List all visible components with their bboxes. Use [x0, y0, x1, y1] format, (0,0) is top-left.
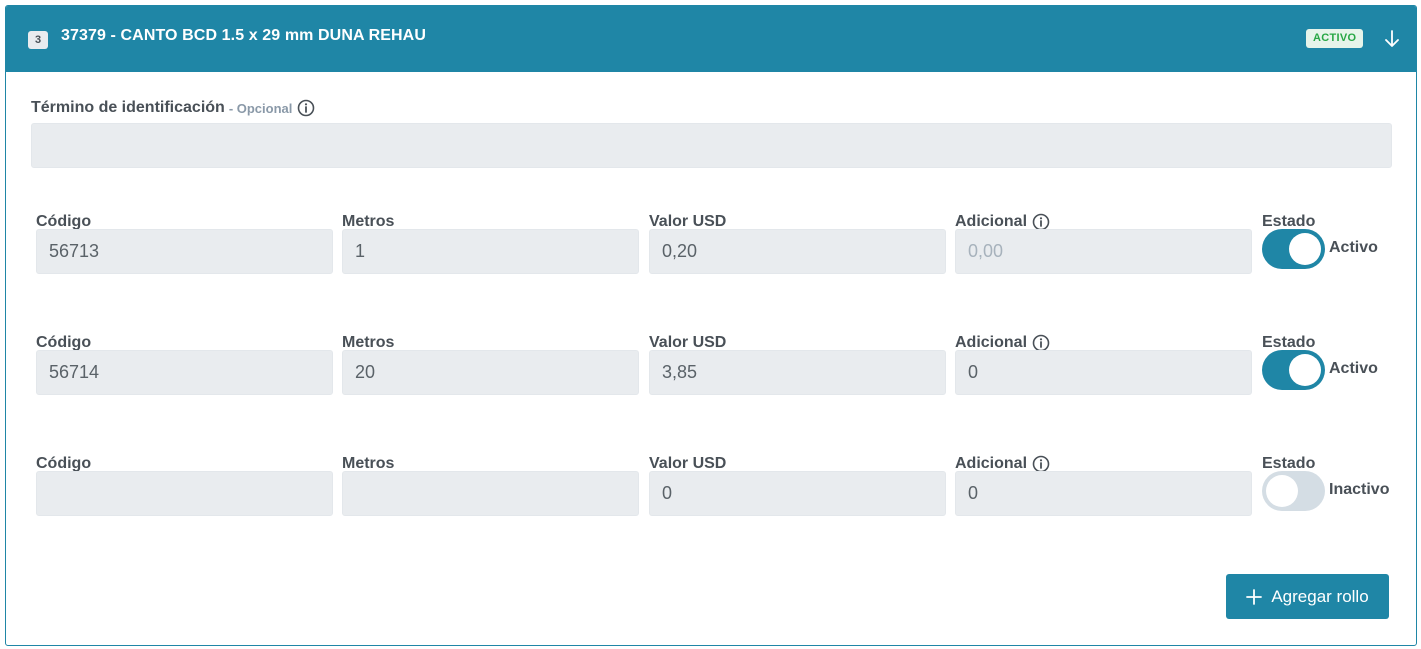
estado-toggle[interactable]	[1262, 471, 1325, 511]
plus-icon	[1246, 588, 1263, 605]
adicional-input[interactable]	[955, 350, 1252, 395]
codigo-input[interactable]	[36, 471, 333, 516]
valor-usd-input[interactable]	[649, 350, 946, 395]
adicional-input[interactable]	[955, 229, 1252, 274]
toggle-knob	[1289, 354, 1321, 386]
adicional-input[interactable]	[955, 471, 1252, 516]
metros-input[interactable]	[342, 471, 639, 516]
product-title: 37379 - CANTO BCD 1.5 x 29 mm DUNA REHAU	[61, 27, 426, 44]
add-roll-button[interactable]: Agregar rollo	[1226, 574, 1389, 619]
estado-toggle[interactable]	[1262, 229, 1325, 269]
info-icon[interactable]	[297, 99, 315, 117]
roll-row: Código Metros Valor USD Adicional Estado…	[36, 334, 1416, 424]
arrow-down-icon[interactable]	[1382, 28, 1402, 50]
card-header[interactable]: 3 37379 - CANTO BCD 1.5 x 29 mm DUNA REH…	[6, 6, 1416, 72]
valor-usd-input[interactable]	[649, 229, 946, 274]
estado-value: Activo	[1329, 239, 1378, 256]
valor-usd-input[interactable]	[649, 471, 946, 516]
identification-label-text: Término de identificación	[31, 99, 225, 116]
estado-value: Activo	[1329, 360, 1378, 377]
identification-input[interactable]	[31, 123, 1392, 168]
estado-toggle[interactable]	[1262, 350, 1325, 390]
status-badge: ACTIVO	[1306, 29, 1364, 48]
roll-row: Código Metros Valor USD Adicional Estado…	[36, 455, 1416, 545]
metros-input[interactable]	[342, 229, 639, 274]
toggle-knob	[1266, 475, 1298, 507]
add-roll-label: Agregar rollo	[1271, 586, 1369, 606]
estado-value: Inactivo	[1329, 481, 1390, 498]
metros-input[interactable]	[342, 350, 639, 395]
toggle-knob	[1289, 233, 1321, 265]
identification-label: Término de identificación - Opcional	[31, 99, 315, 117]
roll-card: 3 37379 - CANTO BCD 1.5 x 29 mm DUNA REH…	[5, 5, 1417, 646]
optional-hint: - Opcional	[228, 100, 293, 116]
roll-row: Código Metros Valor USD Adicional Estado…	[36, 213, 1416, 303]
index-badge: 3	[28, 31, 48, 49]
codigo-input[interactable]	[36, 350, 333, 395]
codigo-input[interactable]	[36, 229, 333, 274]
